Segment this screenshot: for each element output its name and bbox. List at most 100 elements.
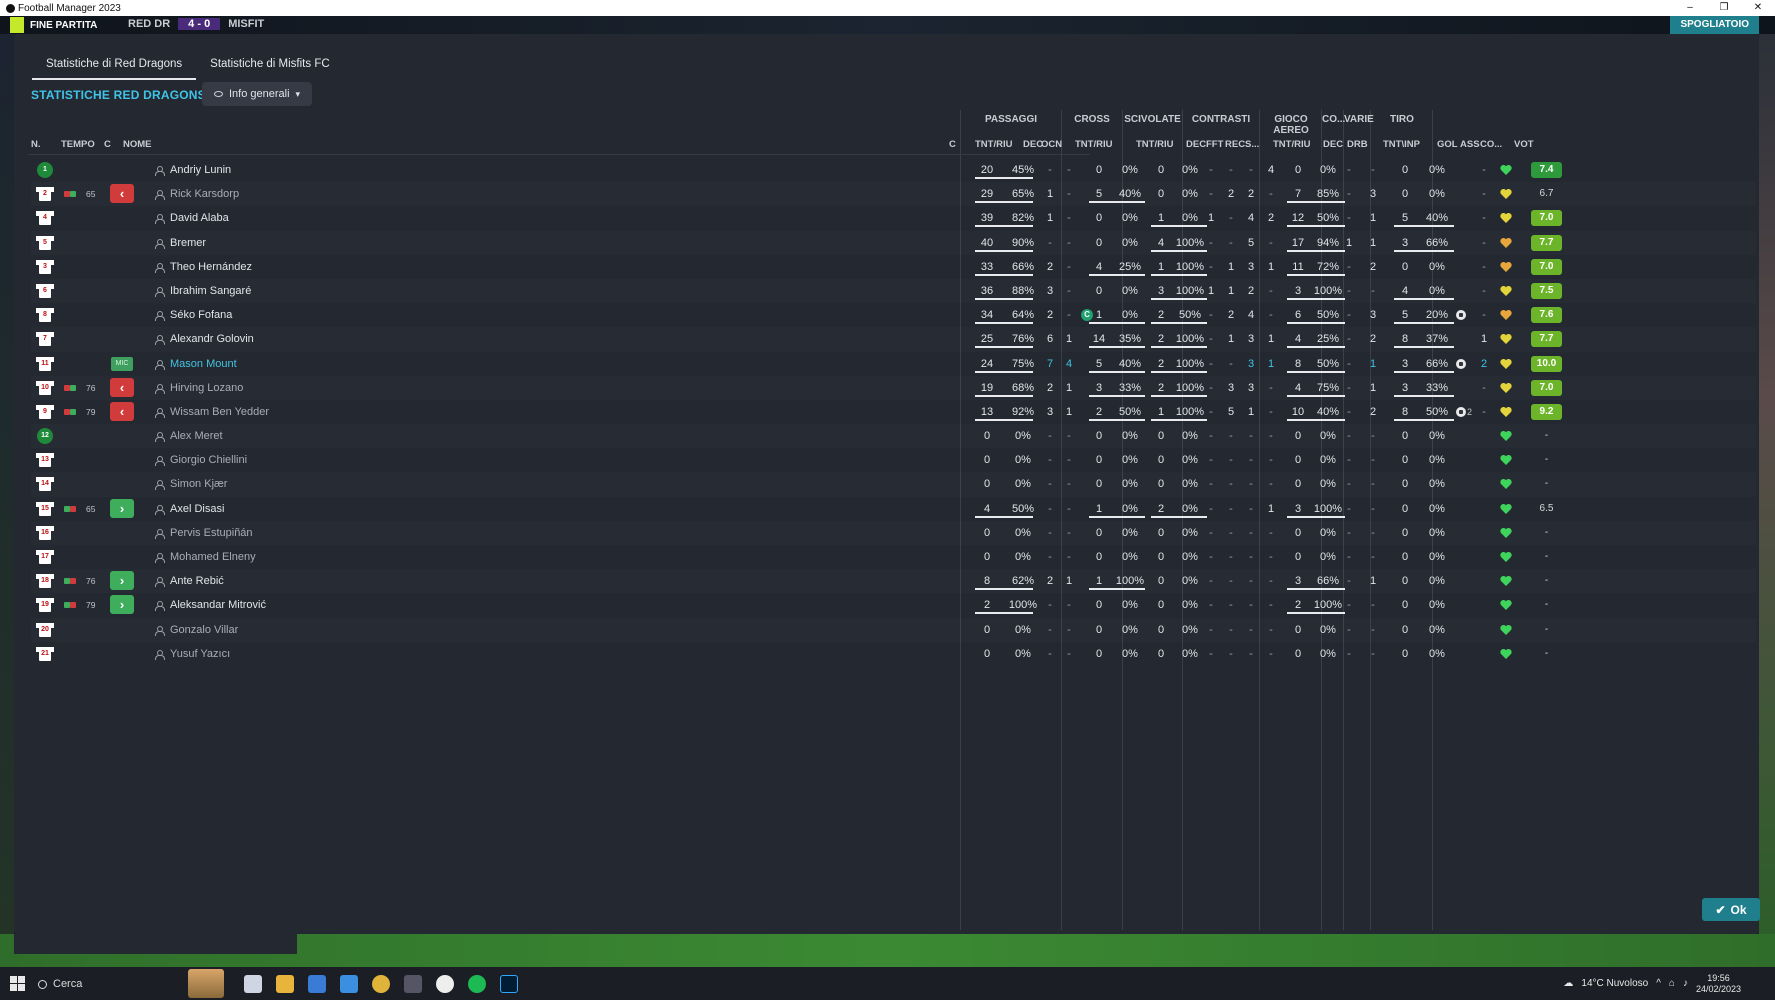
col-header-con-dec[interactable]: DEC: [1186, 139, 1206, 150]
dribbles: 1: [1369, 357, 1377, 370]
football-manager-icon[interactable]: [436, 975, 454, 993]
player-name[interactable]: Wissam Ben Yedder: [170, 400, 269, 424]
store-icon[interactable]: [308, 975, 326, 993]
player-row[interactable]: 6 Ibrahim Sangaré 36 88% 3-0 0% 3 100% 1 1 2-3 100%…: [31, 279, 1756, 303]
player-name[interactable]: Séko Fofana: [170, 303, 232, 327]
substitution-minute: 79: [86, 600, 96, 611]
col-header-number[interactable]: N.: [31, 139, 41, 150]
shirt-number: 18: [41, 577, 49, 585]
col-header-con-fft[interactable]: FFT: [1206, 139, 1223, 150]
col-header-tiro[interactable]: TNT\INP: [1383, 139, 1420, 150]
player-name[interactable]: Theo Hernández: [170, 255, 252, 279]
player-name[interactable]: Mason Mount: [170, 352, 237, 376]
view-selector-button[interactable]: Info generali ▾: [202, 82, 313, 106]
player-row[interactable]: 13 Giorgio Chiellini 0 0% - -0 0% 0 0% - - - -0 0% - -0…: [31, 448, 1756, 472]
player-row[interactable]: 14 Simon Kjær 0 0% - -0 0% 0 0% - - - -0 0% - -0 0% -: [31, 472, 1756, 496]
player-row[interactable]: 12 Alex Meret 0 0% - -0 0% 0 0% - - - -0 0% - -0 0% -: [31, 424, 1756, 448]
player-row[interactable]: 18 76 › Ante Rebić 8 62% 2 1 1 100% 0 0% - - - -3 66% -1 0…: [31, 569, 1756, 593]
player-name[interactable]: David Alaba: [170, 206, 229, 230]
player-name[interactable]: Giorgio Chiellini: [170, 448, 247, 472]
mail-icon[interactable]: [340, 975, 358, 993]
player-name[interactable]: Mohamed Elneny: [170, 545, 256, 569]
background-stadium-left: [0, 34, 14, 934]
player-row[interactable]: 5 Bremer 40 90% - -0 0% 4 100% - -5-17 94% 1 1 3 66% -7.…: [31, 231, 1756, 255]
player-row[interactable]: 15 65 › Axel Disasi 4 50% - -1 0% 2 0% - - -1 3 100% - -0…: [31, 497, 1756, 521]
volume-icon[interactable]: ♪: [1683, 978, 1688, 989]
player-name[interactable]: Simon Kjær: [170, 472, 227, 496]
minimize-button[interactable]: –: [1673, 0, 1707, 16]
windows-start-icon[interactable]: [10, 976, 25, 991]
player-name[interactable]: Yusuf Yazıcı: [170, 642, 230, 666]
player-name[interactable]: Aleksandar Mitrović: [170, 593, 266, 617]
network-icon[interactable]: ⌂: [1669, 978, 1675, 989]
tab-red-dragons[interactable]: Statistiche di Red Dragons: [32, 52, 197, 80]
player-name[interactable]: Gonzalo Villar: [170, 618, 238, 642]
player-row[interactable]: 19 79 › Aleksandar Mitrović 2 100% - -0 0% 0 0% - - -…: [31, 593, 1756, 617]
col-header-con-s[interactable]: S...: [1245, 139, 1259, 150]
tab-misfits[interactable]: Statistiche di Misfits FC: [196, 52, 344, 80]
duel-stat: 3: [1247, 381, 1255, 394]
weather-label[interactable]: 14°C Nuvoloso: [1581, 978, 1648, 989]
player-name[interactable]: Bremer: [170, 231, 206, 255]
col-header-con-rec[interactable]: REC: [1225, 139, 1245, 150]
app-icon[interactable]: [404, 975, 422, 993]
player-row[interactable]: 10 76 ‹ Hirving Lozano 19 68% 2 1 3 33% 2 100% -3 3-4…: [31, 376, 1756, 400]
tray-chevron-icon[interactable]: ^: [1656, 978, 1661, 989]
col-header-sciv-tnt-riu[interactable]: TNT/RIU: [1136, 139, 1173, 150]
ok-button[interactable]: ✔ Ok: [1702, 898, 1760, 921]
player-row[interactable]: 7 Alexandr Golovin 25 76% 6 1 14 35% 2 100% -1 3 1 4 2…: [31, 327, 1756, 351]
clock[interactable]: 19:56 24/02/2023: [1696, 973, 1741, 995]
col-header-name[interactable]: NOME: [123, 139, 152, 150]
maximize-button[interactable]: ❐: [1707, 0, 1741, 16]
player-row[interactable]: 11 MIC Mason Mount 24 75% 7 4 5 40% 2 100% - -3 1 8 50%…: [31, 352, 1756, 376]
tackles-attempted: 0: [1157, 551, 1165, 563]
duel-stat: -: [1269, 526, 1273, 539]
stat-underline: [975, 346, 1033, 349]
col-header-drb[interactable]: DRB: [1347, 139, 1368, 150]
section-title: STATISTICHE RED DRAGONS: [31, 88, 206, 102]
col-header-c[interactable]: C: [104, 139, 111, 150]
player-row[interactable]: 2 65 ‹ Rick Karsdorp 29 65% 1-5 40% 0 0% -2 2-7 85% -…: [31, 182, 1756, 206]
chrome-icon[interactable]: [372, 975, 390, 993]
col-header-ass[interactable]: ASS: [1460, 139, 1480, 150]
player-name[interactable]: Hirving Lozano: [170, 376, 243, 400]
player-row[interactable]: 20 Gonzalo Villar 0 0% - -0 0% 0 0% - - - -0 0% - -0 0% -: [31, 618, 1756, 642]
duel-stat: -: [1269, 575, 1273, 588]
search-highlight-image: [188, 969, 224, 998]
col-header-condition[interactable]: CO...: [1480, 139, 1502, 150]
player-name[interactable]: Alexandr Golovin: [170, 327, 254, 351]
player-name[interactable]: Andriy Lunin: [170, 158, 231, 182]
player-row[interactable]: 17 Mohamed Elneny 0 0% - -0 0% 0 0% - - - -0 0% - -0 0% -: [31, 545, 1756, 569]
col-header-cross-tnt-riu[interactable]: TNT/RIU: [1075, 139, 1112, 150]
player-row[interactable]: 16 Pervis Estupiñán 0 0% - -0 0% 0 0% - - - -0 0% - -0 0…: [31, 521, 1756, 545]
player-name[interactable]: Ibrahim Sangaré: [170, 279, 251, 303]
player-row[interactable]: 21 Yusuf Yazıcı 0 0% - -0 0% 0 0% - - - -0 0% - -0 0% -: [31, 642, 1756, 666]
player-name[interactable]: Alex Meret: [170, 424, 223, 448]
col-header-aer-tnt-riu[interactable]: TNT/RIU: [1273, 139, 1310, 150]
stat-underline: [1287, 225, 1345, 228]
spotify-icon[interactable]: [468, 975, 486, 993]
file-explorer-icon[interactable]: [276, 975, 294, 993]
player-row[interactable]: 1 Andriy Lunin 20 45% - -0 0% 0 0% - - -4 0 0% - -0 0% -7…: [31, 158, 1756, 182]
match-rating: 6.5: [1539, 502, 1554, 514]
col-header-co-dec[interactable]: DEC: [1323, 139, 1343, 150]
player-name[interactable]: Rick Karsdorp: [170, 182, 239, 206]
dressing-room-button[interactable]: SPOGLIATOIO: [1670, 16, 1759, 34]
player-name[interactable]: Axel Disasi: [170, 497, 224, 521]
player-row[interactable]: 9 79 ‹ Wissam Ben Yedder 13 92% 3 1 2 50% 1 100% -5 1…: [31, 400, 1756, 424]
close-button[interactable]: ✕: [1741, 0, 1775, 16]
col-header-pass-ocn[interactable]: OCN: [1041, 139, 1062, 150]
player-name[interactable]: Pervis Estupiñán: [170, 521, 253, 545]
col-header-gol[interactable]: GOL: [1437, 139, 1458, 150]
task-view-icon[interactable]: [244, 975, 262, 993]
player-name[interactable]: Ante Rebić: [170, 569, 224, 593]
col-header-vote[interactable]: VOT: [1514, 139, 1534, 150]
player-row[interactable]: 8 Séko Fofana C 34 64% 2-1 0% 2 50% -2 4-6 50% -3 5 20…: [31, 303, 1756, 327]
player-row[interactable]: 3 Theo Hernández 33 66% 2-4 25% 1 100% -1 3 1 11 72%…: [31, 255, 1756, 279]
finish-match-button[interactable]: FINE PARTITA: [10, 17, 97, 33]
col-header-pass-tnt-riu[interactable]: TNT/RIU: [975, 139, 1012, 150]
col-header-time[interactable]: TEMPO: [61, 139, 95, 150]
photoshop-icon[interactable]: [500, 975, 518, 993]
col-header-captain[interactable]: C: [949, 139, 956, 150]
player-row[interactable]: 4 David Alaba 39 82% 1-0 0% 1 0% 1-4 2 12 50% -1 5 40%…: [31, 206, 1756, 230]
